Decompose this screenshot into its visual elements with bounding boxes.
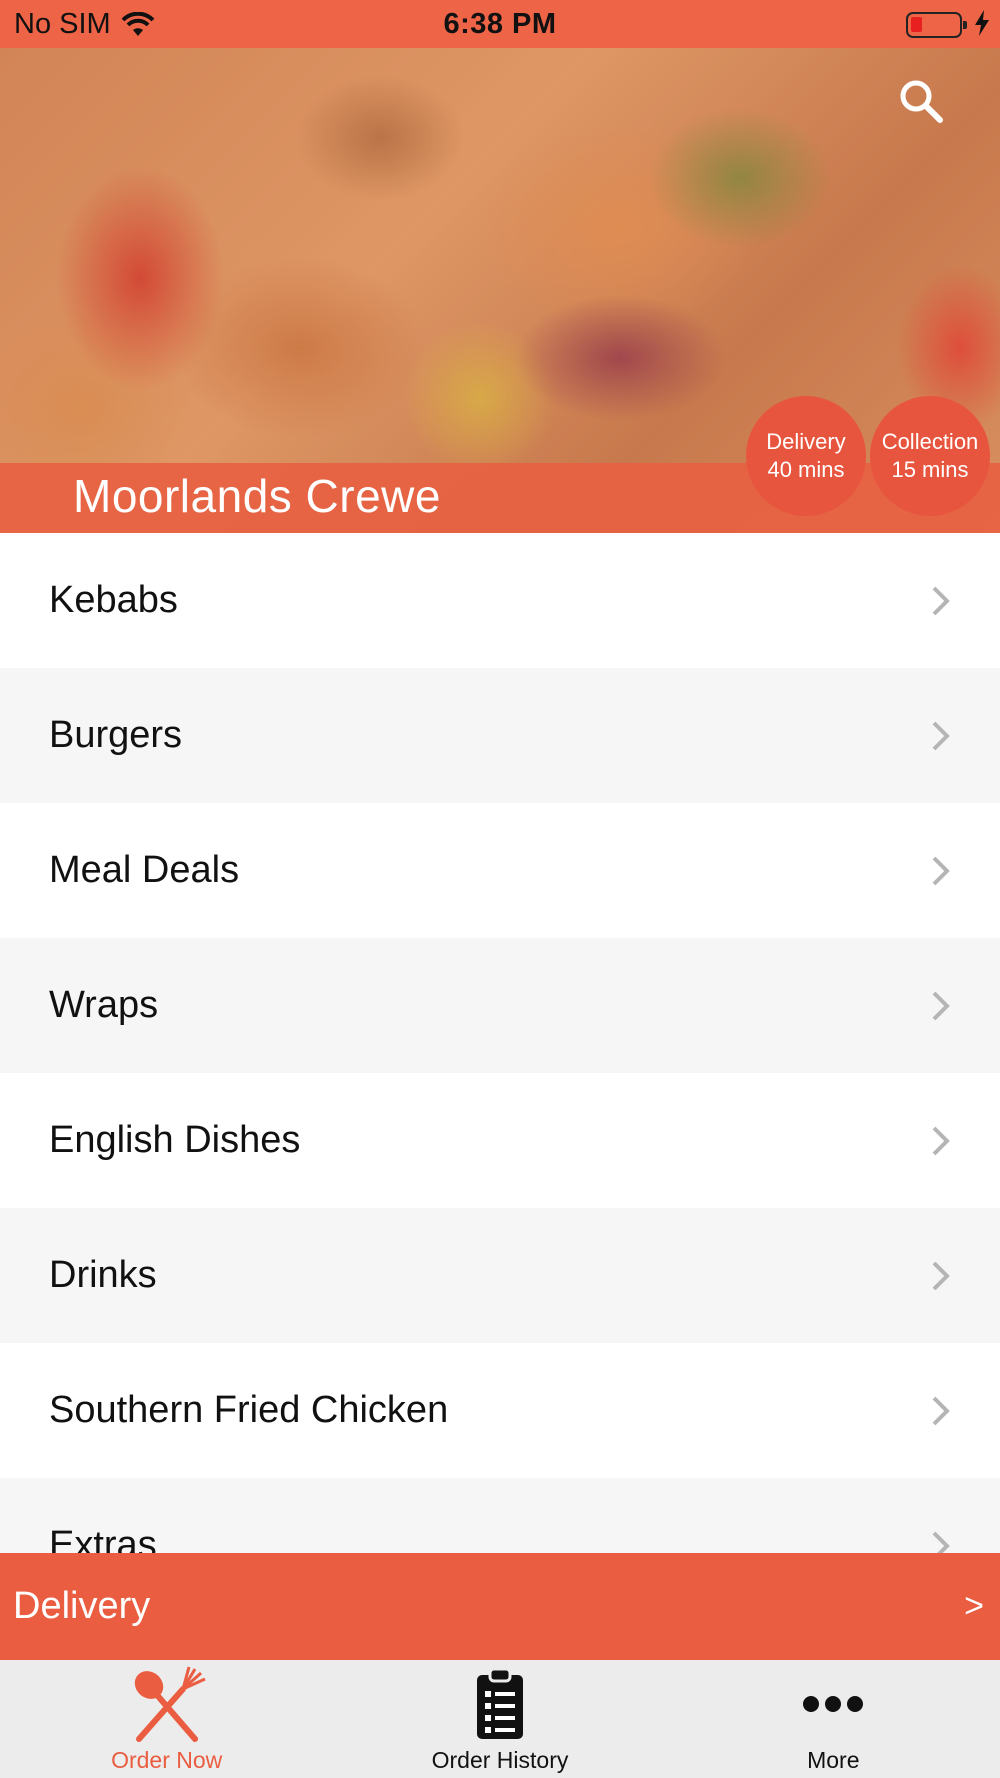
battery-icon — [906, 12, 967, 38]
menu-item-label: Wraps — [49, 984, 159, 1026]
delivery-time-badge: Delivery 40 mins — [746, 396, 866, 516]
menu-item-drinks[interactable]: Drinks — [0, 1208, 1000, 1343]
charging-bolt-icon — [975, 10, 989, 36]
menu-item-label: English Dishes — [49, 1119, 301, 1161]
menu-item-extras[interactable]: Extras — [0, 1478, 1000, 1553]
menu-item-label: Meal Deals — [49, 849, 240, 891]
clipboard-icon — [476, 1667, 523, 1739]
order-type-bar[interactable]: Delivery > — [0, 1553, 1000, 1660]
delivery-badge-label: Delivery — [766, 429, 846, 454]
menu-item-wraps[interactable]: Wraps — [0, 938, 1000, 1073]
menu-item-label: Burgers — [49, 714, 183, 756]
chevron-right-icon — [932, 1396, 950, 1425]
menu-item-label: Extras — [49, 1524, 157, 1553]
search-icon[interactable] — [896, 76, 946, 126]
chevron-right-icon — [932, 1531, 950, 1553]
hero-banner: Moorlands Crewe Delivery 40 mins Collect… — [0, 48, 1000, 533]
tab-bar: Order Now Order History More — [0, 1660, 1000, 1778]
menu-item-southern-fried-chicken[interactable]: Southern Fried Chicken — [0, 1343, 1000, 1478]
tab-order-history[interactable]: Order History — [333, 1660, 666, 1778]
chevron-right-icon — [932, 1126, 950, 1155]
menu-item-kebabs[interactable]: Kebabs — [0, 533, 1000, 668]
collection-badge-label: Collection — [881, 429, 979, 454]
more-dots-icon — [803, 1696, 864, 1712]
fork-knife-icon — [134, 1666, 206, 1742]
menu-item-label: Southern Fried Chicken — [49, 1389, 449, 1431]
chevron-right-icon — [932, 856, 950, 885]
chevron-right-icon — [932, 586, 950, 615]
menu-item-burgers[interactable]: Burgers — [0, 668, 1000, 803]
status-bar: No SIM 6:38 PM — [0, 0, 1000, 48]
menu-item-meal-deals[interactable]: Meal Deals — [0, 803, 1000, 938]
delivery-badge-time: 40 mins — [767, 457, 845, 482]
chevron-right-icon — [932, 991, 950, 1020]
collection-badge-time: 15 mins — [891, 457, 969, 482]
tab-label: More — [807, 1747, 860, 1773]
tab-label: Order Now — [111, 1747, 223, 1773]
chevron-right-icon — [932, 1261, 950, 1290]
order-type-arrow: > — [964, 1587, 984, 1625]
tab-more[interactable]: More — [667, 1660, 1000, 1778]
menu-item-label: Drinks — [49, 1254, 157, 1296]
menu-item-english-dishes[interactable]: English Dishes — [0, 1073, 1000, 1208]
collection-time-badge: Collection 15 mins — [870, 396, 990, 516]
tab-order-now[interactable]: Order Now — [0, 1660, 333, 1778]
menu-item-label: Kebabs — [49, 579, 178, 621]
restaurant-name: Moorlands Crewe — [73, 470, 441, 522]
order-type-label: Delivery — [13, 1585, 151, 1627]
tab-label: Order History — [431, 1747, 569, 1773]
status-time: 6:38 PM — [443, 8, 557, 40]
chevron-right-icon — [932, 721, 950, 750]
menu-category-list[interactable]: Kebabs Burgers Meal Deals Wraps English … — [0, 533, 1000, 1553]
